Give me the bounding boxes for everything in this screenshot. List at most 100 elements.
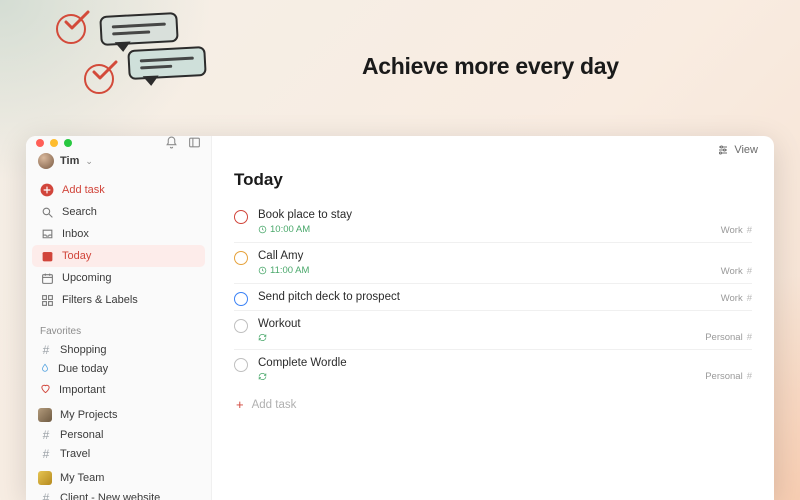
task-row[interactable]: Call Amy 11:00 AMWork# xyxy=(234,243,752,284)
chevron-down-icon: ⌄ xyxy=(85,156,93,167)
add-task-label: Add task xyxy=(62,184,105,196)
nav-label: Today xyxy=(62,250,91,262)
window-titlebar xyxy=(26,136,211,149)
nav-inbox[interactable]: Inbox xyxy=(32,223,205,245)
hero-illustration xyxy=(42,8,212,118)
team-item[interactable]: # Client - New website xyxy=(26,488,211,500)
task-project-label[interactable]: Work# xyxy=(721,266,752,277)
project-label: Personal xyxy=(60,429,103,441)
projects-section-title: My Projects xyxy=(60,409,117,421)
recurring-icon xyxy=(258,372,267,381)
team-section[interactable]: My Team xyxy=(26,463,211,488)
task-row[interactable]: Complete Wordle Personal# xyxy=(234,350,752,388)
project-avatar-icon xyxy=(38,408,52,422)
task-row[interactable]: Workout Personal# xyxy=(234,311,752,350)
task-checkbox[interactable] xyxy=(234,251,248,265)
view-label: View xyxy=(734,144,758,156)
task-row[interactable]: Book place to stay 10:00 AMWork# xyxy=(234,202,752,243)
task-checkbox[interactable] xyxy=(234,319,248,333)
nav-search[interactable]: Search xyxy=(32,201,205,223)
calendar-icon xyxy=(40,271,54,285)
team-avatar-icon xyxy=(38,471,52,485)
recurring-icon xyxy=(258,333,267,342)
nav-today[interactable]: Today xyxy=(32,245,205,267)
window-close-button[interactable] xyxy=(36,139,44,147)
avatar xyxy=(38,153,54,169)
hash-icon: # xyxy=(40,492,52,500)
hash-icon: # xyxy=(747,266,752,277)
add-task-inline[interactable]: + Add task xyxy=(234,388,752,411)
page-title: Today xyxy=(234,170,752,190)
task-title: Complete Wordle xyxy=(258,357,752,369)
hash-icon: # xyxy=(747,293,752,304)
favorite-label: Due today xyxy=(58,363,108,375)
add-task-label: Add task xyxy=(252,399,297,411)
nav-label: Upcoming xyxy=(62,272,112,284)
task-project-label[interactable]: Work# xyxy=(721,225,752,236)
task-meta xyxy=(258,372,752,381)
favorite-label: Shopping xyxy=(60,344,107,356)
view-button[interactable]: View xyxy=(717,144,758,156)
task-meta: 11:00 AM xyxy=(258,265,752,276)
task-title: Workout xyxy=(258,318,752,330)
primary-nav: Add task Search Inbox xyxy=(26,175,211,317)
droplet-icon xyxy=(40,363,50,376)
task-title: Book place to stay xyxy=(258,209,752,221)
hash-icon: # xyxy=(40,448,52,460)
hash-icon: # xyxy=(747,332,752,343)
nav-upcoming[interactable]: Upcoming xyxy=(32,267,205,289)
favorites-section-title: Favorites xyxy=(26,317,211,340)
task-list: Book place to stay10:00 AMWork#Call Amy1… xyxy=(234,202,752,388)
favorite-label: Important xyxy=(59,384,105,396)
calendar-today-icon xyxy=(40,249,54,263)
main-panel: View Today Book place to stay10:00 AMWor… xyxy=(212,136,774,500)
task-checkbox[interactable] xyxy=(234,292,248,306)
sliders-icon xyxy=(717,144,729,156)
task-title: Call Amy xyxy=(258,250,752,262)
hero-headline: Achieve more every day xyxy=(362,53,619,80)
window-zoom-button[interactable] xyxy=(64,139,72,147)
project-item[interactable]: # Personal xyxy=(26,425,211,444)
project-label: Travel xyxy=(60,448,90,460)
window-minimize-button[interactable] xyxy=(50,139,58,147)
heart-icon xyxy=(40,383,51,397)
inbox-icon xyxy=(40,227,54,241)
hash-icon: # xyxy=(40,429,52,441)
task-checkbox[interactable] xyxy=(234,210,248,224)
user-menu[interactable]: Tim ⌄ xyxy=(26,149,211,175)
task-project-label[interactable]: Personal# xyxy=(705,332,752,343)
add-task-button[interactable]: Add task xyxy=(32,179,205,201)
app-window: Tim ⌄ Add task Search xyxy=(26,136,774,500)
search-icon xyxy=(40,205,54,219)
favorite-item[interactable]: Due today xyxy=(26,359,211,379)
grid-icon xyxy=(40,293,54,307)
project-item[interactable]: # Travel xyxy=(26,444,211,463)
task-project-label[interactable]: Personal# xyxy=(705,371,752,382)
favorite-item[interactable]: # Shopping xyxy=(26,340,211,359)
sidebar: Tim ⌄ Add task Search xyxy=(26,136,212,500)
team-section-title: My Team xyxy=(60,472,104,484)
user-name: Tim xyxy=(60,155,79,167)
hash-icon: # xyxy=(747,371,752,382)
nav-label: Inbox xyxy=(62,228,89,240)
task-row[interactable]: Send pitch deck to prospectWork# xyxy=(234,284,752,311)
projects-section[interactable]: My Projects xyxy=(26,400,211,425)
clock-icon xyxy=(258,225,267,234)
toggle-sidebar-icon[interactable] xyxy=(188,136,201,149)
nav-label: Search xyxy=(62,206,97,218)
team-label: Client - New website xyxy=(60,492,160,500)
nav-label: Filters & Labels xyxy=(62,294,138,306)
notifications-icon[interactable] xyxy=(165,136,178,149)
task-meta: 10:00 AM xyxy=(258,224,752,235)
plus-icon: + xyxy=(236,398,244,411)
plus-circle-icon xyxy=(40,183,54,197)
task-meta xyxy=(258,333,752,342)
hash-icon: # xyxy=(747,225,752,236)
nav-filters[interactable]: Filters & Labels xyxy=(32,289,205,311)
clock-icon xyxy=(258,266,267,275)
task-project-label[interactable]: Work# xyxy=(721,293,752,304)
hash-icon: # xyxy=(40,344,52,356)
favorite-item[interactable]: Important xyxy=(26,379,211,400)
task-checkbox[interactable] xyxy=(234,358,248,372)
task-title: Send pitch deck to prospect xyxy=(258,291,752,303)
